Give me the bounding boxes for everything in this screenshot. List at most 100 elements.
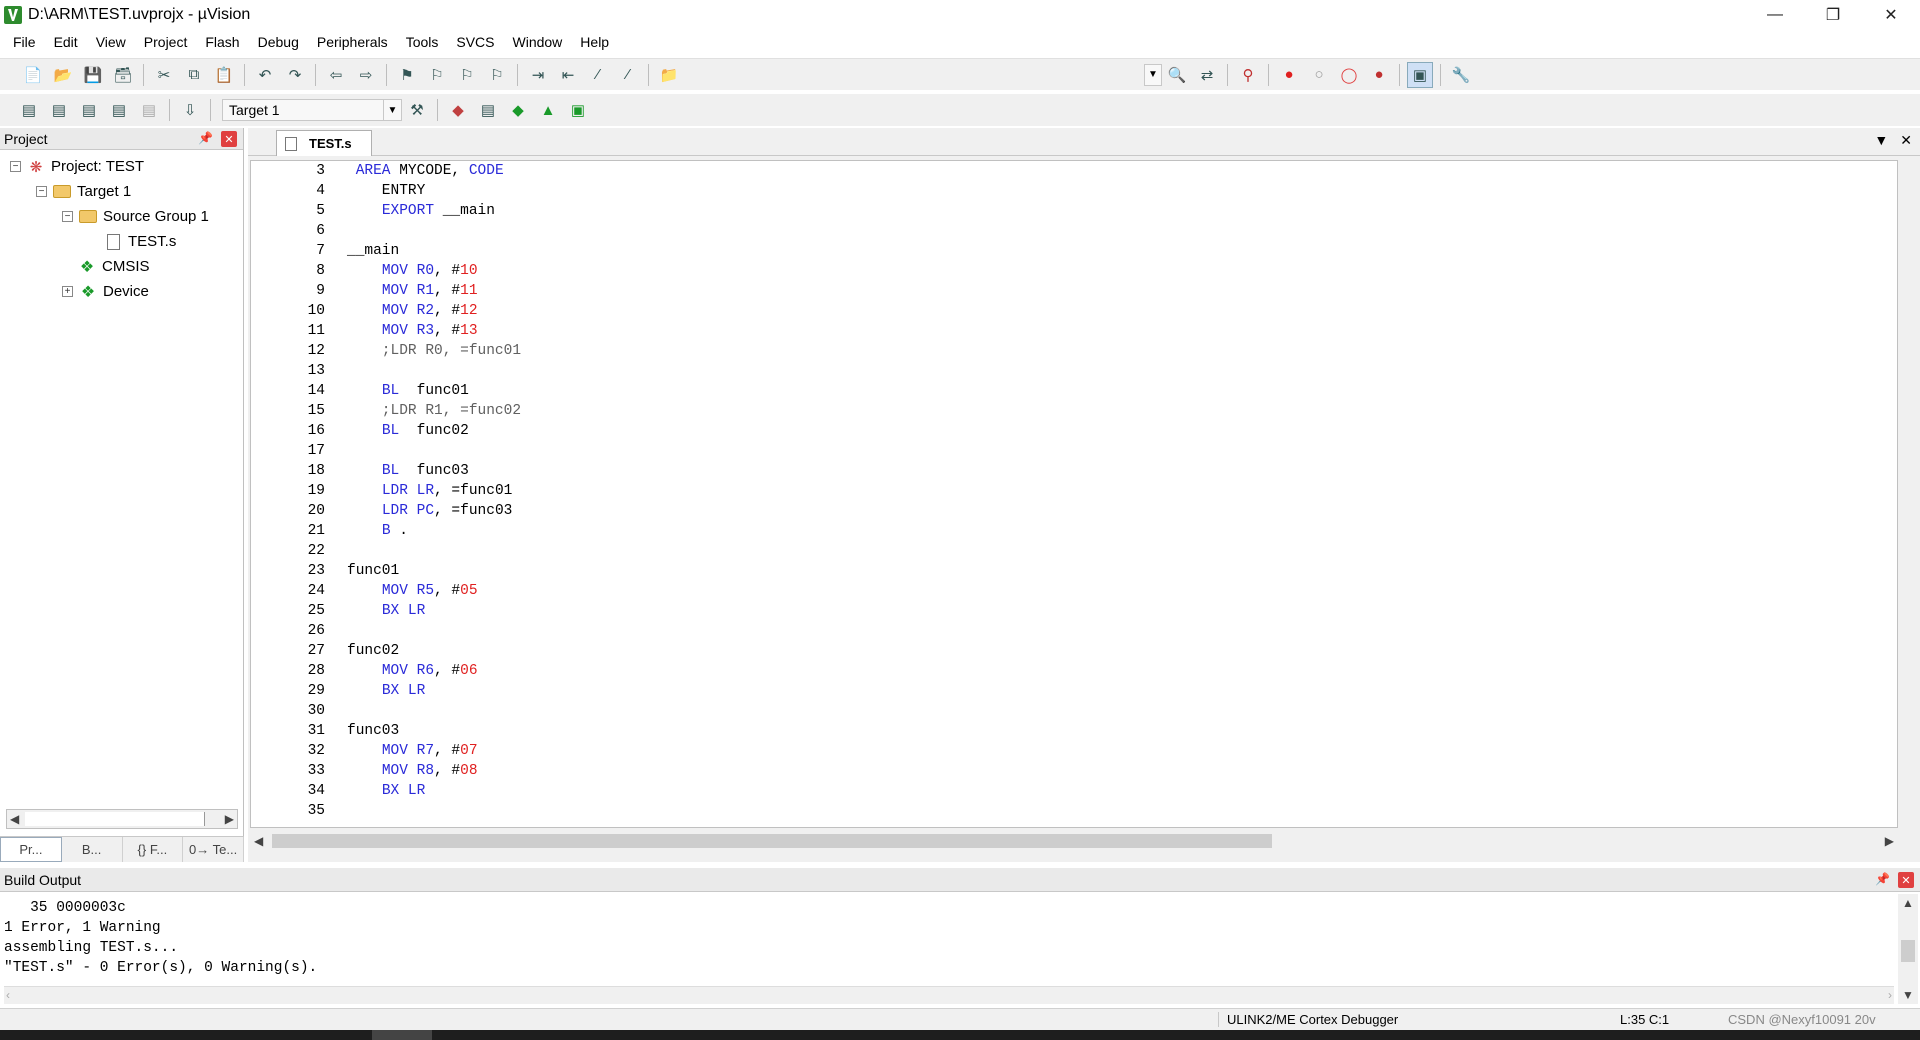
scrollbar-thumb[interactable] xyxy=(25,812,205,826)
bookmark-icon[interactable]: ⚑ xyxy=(394,62,420,88)
code-line[interactable]: ;LDR R0, =func01 xyxy=(347,341,521,361)
pin-icon[interactable]: 📌 xyxy=(198,131,213,145)
scroll-left-icon[interactable]: ◀ xyxy=(254,834,263,848)
new-file-icon[interactable]: 📄 xyxy=(20,62,46,88)
prev-bookmark-icon[interactable]: ⚐ xyxy=(424,62,450,88)
editor-horizontal-scrollbar[interactable]: ◀ ▶ xyxy=(250,831,1898,851)
code-line[interactable]: B . xyxy=(347,521,521,541)
code-line[interactable]: BX LR xyxy=(347,781,521,801)
code-line[interactable]: BL func02 xyxy=(347,421,521,441)
pack-installer-icon[interactable]: ▲ xyxy=(535,97,561,123)
scrollbar-thumb[interactable] xyxy=(272,834,1272,848)
code-line[interactable]: MOV R0, #10 xyxy=(347,261,521,281)
translate-icon[interactable]: ▤ xyxy=(16,97,42,123)
code-line[interactable]: BL func01 xyxy=(347,381,521,401)
code-editor[interactable]: 3 4 5 6 7 8 9 10 11 12 13 14 15 16 17 18 19 20 21 22 23 24 25 2… xyxy=(250,160,1898,828)
tree-item-cmsis[interactable]: ❖ CMSIS xyxy=(0,254,243,279)
manage-components-icon[interactable]: ◆ xyxy=(445,97,471,123)
code-line[interactable]: BX LR xyxy=(347,681,521,701)
menu-peripherals[interactable]: Peripherals xyxy=(308,30,397,54)
minimize-button[interactable]: — xyxy=(1746,0,1804,30)
code-line[interactable]: LDR PC, =func03 xyxy=(347,501,521,521)
download-icon[interactable]: ⇩ xyxy=(177,97,203,123)
restore-button[interactable]: ❐ xyxy=(1804,0,1862,30)
scroll-right-icon[interactable]: › xyxy=(1888,988,1892,1002)
code-line[interactable]: MOV R1, #11 xyxy=(347,281,521,301)
debug-session-icon[interactable]: ⚲ xyxy=(1235,62,1261,88)
menu-debug[interactable]: Debug xyxy=(249,30,308,54)
scroll-left-icon[interactable]: ◀ xyxy=(10,812,19,826)
code-line[interactable]: func01 xyxy=(347,561,521,581)
rebuild-icon[interactable]: ▤ xyxy=(76,97,102,123)
tree-item-file[interactable]: TEST.s xyxy=(0,229,243,254)
disable-breakpoint-icon[interactable]: ○ xyxy=(1306,62,1332,88)
code-line[interactable] xyxy=(347,801,521,821)
configure-icon[interactable]: 🔧 xyxy=(1448,62,1474,88)
code-line[interactable]: MOV R3, #13 xyxy=(347,321,521,341)
collapse-icon[interactable]: − xyxy=(62,211,73,222)
code-line[interactable] xyxy=(347,541,521,561)
code-line[interactable] xyxy=(347,221,521,241)
code-line[interactable]: MOV R2, #12 xyxy=(347,301,521,321)
code-line[interactable]: BX LR xyxy=(347,601,521,621)
kill-breakpoints-icon[interactable]: ● xyxy=(1366,62,1392,88)
taskbar-active-item[interactable] xyxy=(372,1030,432,1040)
collapse-icon[interactable]: − xyxy=(36,186,47,197)
collapse-icon[interactable]: − xyxy=(10,161,21,172)
window-layout-icon[interactable]: ▣ xyxy=(1407,61,1433,88)
close-editor-icon[interactable]: ✕ xyxy=(1900,132,1912,149)
undo-icon[interactable]: ↶ xyxy=(252,62,278,88)
code-line[interactable]: MOV R8, #08 xyxy=(347,761,521,781)
nav-forward-icon[interactable]: ⇨ xyxy=(353,62,379,88)
select-packs-icon[interactable]: ◆ xyxy=(505,97,531,123)
tree-item-device[interactable]: + ❖ Device xyxy=(0,279,243,304)
expand-icon[interactable]: + xyxy=(62,286,73,297)
code-line[interactable] xyxy=(347,361,521,381)
save-icon[interactable]: 💾 xyxy=(80,62,106,88)
close-icon[interactable]: ✕ xyxy=(1898,872,1914,888)
stop-build-icon[interactable]: ▤ xyxy=(136,97,162,123)
scroll-right-icon[interactable]: ▶ xyxy=(225,812,234,826)
menu-project[interactable]: Project xyxy=(135,30,197,54)
menu-tools[interactable]: Tools xyxy=(397,30,448,54)
paste-icon[interactable]: 📋 xyxy=(211,62,237,88)
incremental-find-icon[interactable]: ⇄ xyxy=(1194,62,1220,88)
breakpoint-icon[interactable]: ● xyxy=(1276,62,1302,88)
next-bookmark-icon[interactable]: ⚐ xyxy=(454,62,480,88)
code-line[interactable]: MOV R6, #06 xyxy=(347,661,521,681)
find-combo-dropdown[interactable]: ▼ xyxy=(1144,63,1162,86)
clear-bookmarks-icon[interactable]: ⚐ xyxy=(484,62,510,88)
tree-item-target[interactable]: − Target 1 xyxy=(0,179,243,204)
redo-icon[interactable]: ↷ xyxy=(282,62,308,88)
find-in-files-icon[interactable]: 📁 xyxy=(656,62,682,88)
target-select[interactable]: Target 1 ▼ xyxy=(222,99,402,121)
menu-view[interactable]: View xyxy=(87,30,135,54)
code-line[interactable]: BL func03 xyxy=(347,461,521,481)
code-line[interactable]: func03 xyxy=(347,721,521,741)
pin-icon[interactable]: 📌 xyxy=(1875,872,1890,886)
build-vertical-scrollbar[interactable]: ▲ ▼ xyxy=(1898,894,1918,1004)
code-line[interactable]: MOV R5, #05 xyxy=(347,581,521,601)
close-window-button[interactable]: ✕ xyxy=(1862,0,1920,30)
batch-build-icon[interactable]: ▤ xyxy=(106,97,132,123)
code-line[interactable]: LDR LR, =func01 xyxy=(347,481,521,501)
indent-icon[interactable]: ⇥ xyxy=(525,62,551,88)
tab-books[interactable]: B... xyxy=(62,837,123,862)
tab-project[interactable]: Pr... xyxy=(0,837,62,862)
tab-functions[interactable]: {} F... xyxy=(123,837,184,862)
code-line[interactable]: func02 xyxy=(347,641,521,661)
tree-item-project[interactable]: − ❋ Project: TEST xyxy=(0,154,243,179)
cut-icon[interactable]: ✂ xyxy=(151,62,177,88)
menu-edit[interactable]: Edit xyxy=(45,30,87,54)
project-horizontal-scrollbar[interactable]: ◀ ▶ xyxy=(6,809,238,829)
unindent-icon[interactable]: ⇤ xyxy=(555,62,581,88)
build-icon[interactable]: ▤ xyxy=(46,97,72,123)
menu-flash[interactable]: Flash xyxy=(196,30,248,54)
tab-list-dropdown-icon[interactable]: ▼ xyxy=(1874,132,1888,149)
scroll-down-icon[interactable]: ▼ xyxy=(1902,988,1914,1002)
code-line[interactable] xyxy=(347,621,521,641)
find-icon[interactable]: 🔍 xyxy=(1164,62,1190,88)
comment-icon[interactable]: ⁄ xyxy=(585,62,611,88)
tree-item-source-group[interactable]: − Source Group 1 xyxy=(0,204,243,229)
scrollbar-thumb[interactable] xyxy=(1901,940,1915,962)
